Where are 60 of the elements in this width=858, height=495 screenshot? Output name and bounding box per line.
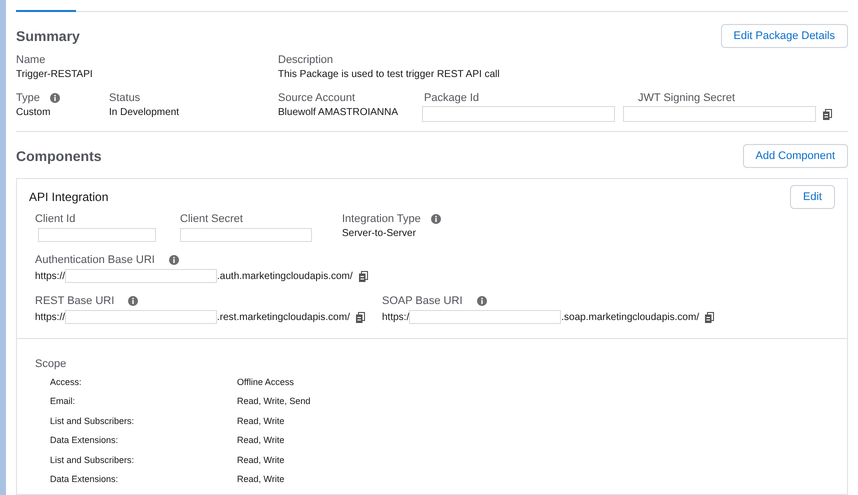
copy-icon[interactable] bbox=[358, 270, 368, 282]
scope-title: Scope bbox=[35, 358, 66, 370]
info-icon bbox=[168, 255, 179, 265]
uri-prefix: https:// bbox=[35, 312, 66, 322]
info-icon bbox=[128, 296, 138, 306]
info-icon bbox=[476, 296, 486, 306]
add-component-button[interactable]: Add Component bbox=[742, 144, 848, 168]
field-value: Trigger-RESTAPI bbox=[16, 69, 94, 80]
field-label: Client Id bbox=[35, 213, 76, 225]
info-icon bbox=[430, 214, 441, 224]
uri-suffix: .auth.marketingcloudapis.com/ bbox=[217, 270, 353, 282]
scope-value: Read, Write, Send bbox=[237, 396, 310, 406]
uri-prefix: https:// bbox=[35, 270, 66, 282]
edit-button[interactable]: Edit bbox=[790, 185, 835, 209]
field-value: This Package is used to test trigger REST API call bbox=[278, 69, 501, 80]
section-title: Components bbox=[16, 148, 102, 164]
field-label: Client Secret bbox=[180, 213, 244, 225]
copy-icon[interactable] bbox=[356, 312, 365, 322]
field-label: Integration Type bbox=[342, 213, 421, 225]
scope-value: Read, Write bbox=[237, 454, 284, 465]
input-field[interactable] bbox=[409, 310, 562, 324]
uri-suffix: .soap.marketingcloudapis.com/ bbox=[561, 312, 700, 322]
field-label: Package Id bbox=[423, 92, 480, 104]
input-field[interactable] bbox=[65, 269, 218, 283]
scope-value: Read, Write bbox=[237, 474, 284, 484]
input-field[interactable] bbox=[422, 106, 615, 122]
scope-value: Read, Write bbox=[237, 435, 284, 446]
field-label: Status bbox=[109, 92, 142, 104]
field-label: Type bbox=[16, 92, 40, 104]
field-label: Description bbox=[278, 54, 334, 66]
scope-value: Read, Write bbox=[237, 416, 284, 426]
copy-icon[interactable] bbox=[823, 108, 832, 120]
card-title: API Integration bbox=[29, 190, 108, 204]
copy-icon[interactable] bbox=[705, 312, 714, 322]
info-icon bbox=[50, 93, 60, 103]
edit-package-button[interactable]: Edit Package Details bbox=[720, 24, 848, 48]
scope-name: Data Extensions: bbox=[50, 474, 120, 484]
field-value: Server-to-Server bbox=[342, 228, 417, 239]
section-title: Summary bbox=[16, 28, 80, 44]
input-field[interactable] bbox=[180, 228, 312, 242]
input-field[interactable] bbox=[65, 310, 218, 324]
scope-value: Offline Access bbox=[237, 376, 294, 387]
input-field[interactable] bbox=[38, 228, 156, 242]
scope-name: List and Subscribers: bbox=[50, 454, 136, 465]
scope-name: Access: bbox=[50, 376, 83, 387]
field-value: Bluewolf AMASTROIANNA bbox=[278, 107, 400, 118]
field-label: Source Account bbox=[278, 92, 356, 104]
uri-suffix: .rest.marketingcloudapis.com/ bbox=[217, 312, 350, 322]
field-label: JWT Signing Secret bbox=[637, 92, 736, 104]
field-label: REST Base URI bbox=[35, 295, 114, 307]
field-label: Authentication Base URI bbox=[35, 254, 155, 266]
input-field[interactable] bbox=[623, 106, 816, 122]
uri-prefix: https:/ bbox=[382, 312, 410, 322]
field-label: Name bbox=[16, 54, 46, 66]
scope-name: Data Extensions: bbox=[50, 435, 120, 446]
field-value: In Development bbox=[109, 107, 180, 118]
field-value: Custom bbox=[16, 107, 52, 118]
scope-name: List and Subscribers: bbox=[50, 416, 136, 426]
field-label: SOAP Base URI bbox=[382, 295, 462, 307]
scope-name: Email: bbox=[50, 396, 76, 406]
